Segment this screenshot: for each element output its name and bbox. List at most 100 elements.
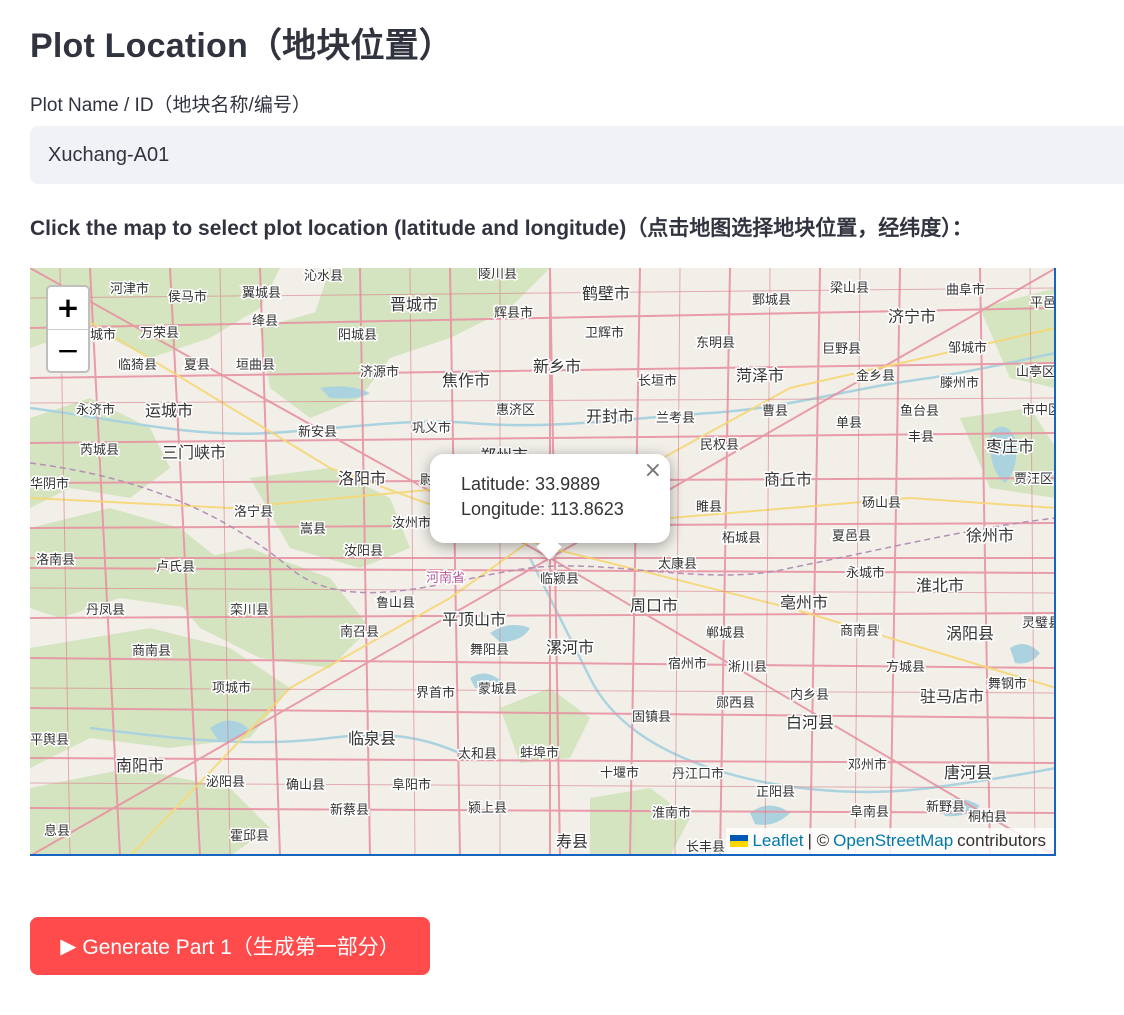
place-label: 汝州市 — [392, 515, 431, 531]
place-label: 郧西县 — [716, 696, 755, 711]
place-label: 桐柏县 — [968, 810, 1007, 825]
generate-label: Generate Part 1（生成第一部分） — [82, 936, 400, 959]
place-label: 栾川县 — [230, 602, 269, 618]
place-label: 梁山县 — [830, 281, 869, 296]
place-label: 曲阜市 — [946, 282, 985, 298]
place-label: 河津市 — [110, 281, 149, 297]
zoom-out-button[interactable]: − — [48, 330, 88, 372]
place-label: 济宁市 — [888, 307, 936, 326]
place-label: 垣曲县 — [236, 358, 275, 373]
place-label: 内乡县 — [790, 687, 829, 703]
place-label: 卫辉市 — [585, 325, 624, 341]
place-label: 商南县 — [132, 643, 171, 659]
place-label: 邹城市 — [948, 340, 987, 356]
place-label: 鹤壁市 — [582, 284, 630, 303]
place-label: 睢县 — [696, 500, 722, 515]
place-label: 柘城县 — [722, 531, 761, 546]
place-label: 开封市 — [586, 407, 634, 426]
place-label: 砀山县 — [862, 496, 901, 511]
place-label: 焦作市 — [442, 371, 490, 390]
place-label: 汝阳县 — [344, 544, 383, 559]
place-label: 新蔡县 — [330, 802, 369, 818]
place-label: 正阳县 — [756, 785, 795, 800]
place-label: 固镇县 — [632, 710, 671, 725]
place-label: 新野县 — [926, 799, 965, 815]
place-label: 鱼台县 — [900, 403, 939, 419]
leaflet-link[interactable]: Leaflet — [752, 828, 803, 854]
place-label: 鄄城县 — [752, 293, 791, 308]
place-label: 息县 — [44, 823, 70, 839]
place-label: 亳州市 — [780, 593, 828, 612]
map-tiles[interactable]: 沁水县 陵川县 河津市 侯马市 翼城县 晋城市 鹤壁市 鄄城县 梁山县 曲阜市 … — [30, 268, 1056, 856]
popup-longitude: Longitude: 113.8623 — [461, 499, 624, 519]
place-label: 霍邱县 — [230, 829, 269, 844]
place-label: 山亭区 — [1016, 364, 1055, 380]
place-label: 阜阳市 — [392, 777, 431, 793]
plot-name-input[interactable] — [30, 126, 1124, 184]
place-label: 平顶山市 — [442, 610, 506, 629]
place-label: 绛县 — [252, 314, 278, 329]
place-label: 舞阳县 — [470, 643, 509, 658]
place-label: 舞钢市 — [988, 676, 1027, 692]
place-label: 周口市 — [630, 596, 678, 615]
place-label: 金乡县 — [856, 368, 895, 384]
close-icon[interactable]: × — [644, 458, 662, 483]
place-label: 惠济区 — [496, 403, 535, 418]
place-label: 滕州市 — [940, 375, 979, 391]
ukraine-flag-icon — [730, 835, 749, 847]
map-attribution: Leaflet | © OpenStreetMap contributors — [726, 828, 1054, 854]
place-label: 淮北市 — [916, 576, 964, 595]
place-label: 单县 — [836, 416, 862, 431]
place-label: 辉县市 — [494, 305, 533, 321]
place-label: 巨野县 — [822, 342, 861, 357]
place-label: 翼城县 — [242, 286, 281, 301]
attribution-suffix: contributors — [957, 831, 1046, 850]
place-label: 洛南县 — [36, 552, 75, 568]
place-label: 长垣市 — [638, 373, 677, 389]
play-icon: ▶ — [60, 934, 77, 958]
place-label: 项城市 — [212, 680, 251, 696]
place-label: 驻马店市 — [920, 687, 984, 706]
osm-link[interactable]: OpenStreetMap — [833, 828, 953, 854]
place-label: 市中区 — [1022, 402, 1056, 418]
place-label: 商丘市 — [764, 470, 812, 489]
attribution-separator: | © — [807, 831, 830, 850]
place-label: 临颍县 — [540, 572, 579, 587]
place-label: 南召县 — [340, 624, 379, 640]
zoom-in-button[interactable]: + — [48, 287, 88, 330]
place-label: 丰县 — [908, 430, 934, 445]
place-label: 永济市 — [76, 402, 115, 418]
place-label: 沁水县 — [304, 269, 343, 284]
place-label: 平邑 — [1030, 296, 1056, 311]
place-label: 灵璧县 — [1022, 615, 1056, 631]
place-label: 华阴市 — [30, 476, 69, 492]
place-label: 陵川县 — [478, 268, 517, 282]
place-label: 漯河市 — [546, 638, 594, 657]
place-label: 涡阳县 — [946, 624, 994, 643]
place-label: 永城市 — [846, 565, 885, 581]
place-label: 临泉县 — [348, 729, 396, 748]
place-label: 运城市 — [145, 401, 193, 420]
place-label: 万荣县 — [140, 326, 179, 341]
place-label: 界首市 — [416, 685, 455, 701]
place-label: 阳城县 — [338, 328, 377, 343]
place-label: 宿州市 — [668, 656, 707, 672]
place-label: 枣庄市 — [986, 437, 1034, 456]
place-label: 城市 — [90, 327, 116, 343]
page-title: Plot Location（地块位置） — [30, 27, 454, 65]
place-label: 夏县 — [184, 358, 210, 373]
place-label: 淅川县 — [728, 660, 767, 675]
place-label: 曹县 — [762, 404, 788, 419]
map-view[interactable]: 沁水县 陵川县 河津市 侯马市 翼城县 晋城市 鹤壁市 鄄城县 梁山县 曲阜市 … — [30, 268, 1056, 856]
place-label: 颍上县 — [468, 801, 507, 816]
place-label: 鲁山县 — [376, 596, 415, 611]
place-label: 贾汪区 — [1014, 472, 1053, 487]
place-label: 阜南县 — [850, 804, 889, 820]
place-label: 侯马市 — [168, 289, 207, 305]
place-label: 巩义市 — [412, 420, 451, 436]
generate-part1-button[interactable]: ▶ Generate Part 1（生成第一部分） — [30, 917, 430, 975]
place-label: 晋城市 — [390, 295, 438, 314]
place-label: 蒙城县 — [478, 682, 517, 697]
place-label: 商南县 — [840, 623, 879, 639]
place-label: 菏泽市 — [736, 366, 784, 385]
